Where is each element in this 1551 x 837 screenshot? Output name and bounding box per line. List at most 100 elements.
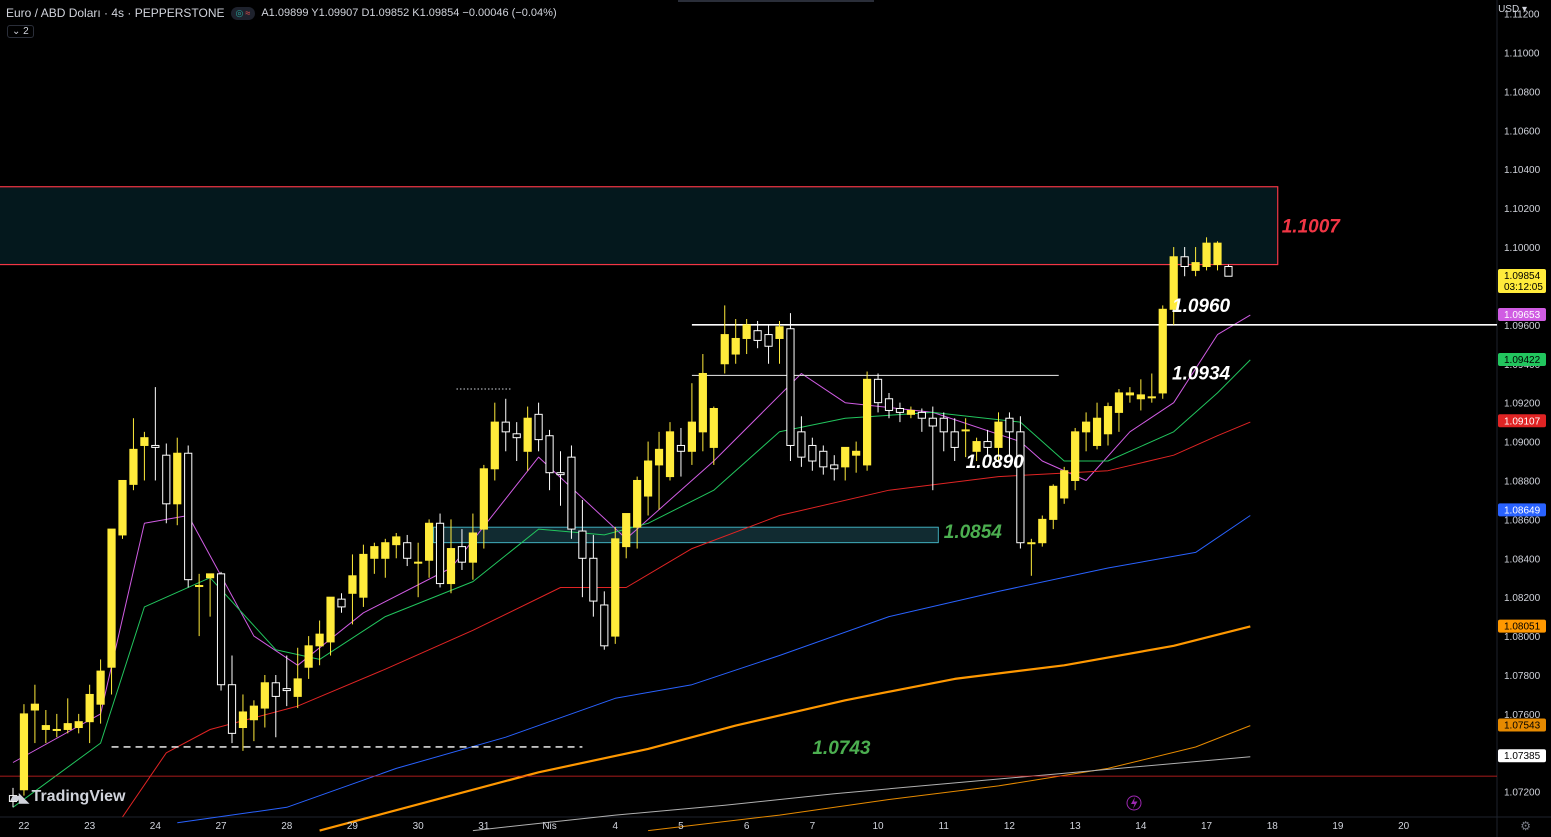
price-tick-label: 1.09000	[1504, 438, 1541, 449]
candle-body	[129, 448, 138, 485]
candle-body	[403, 542, 412, 559]
candle-body	[425, 522, 434, 561]
settings-gear-icon[interactable]: ⚙	[1520, 819, 1531, 833]
price-tick-label: 1.09200	[1504, 399, 1541, 410]
price-tag-value: 1.09422	[1504, 355, 1541, 366]
time-tick-label: 14	[1135, 821, 1147, 832]
candle-body	[238, 711, 248, 729]
status-pill[interactable]: ◎ ≈	[230, 6, 256, 20]
candle-body	[63, 723, 72, 730]
candle-body	[972, 441, 981, 452]
candle-body	[1224, 265, 1233, 277]
level-label-1: 1.0934	[1172, 363, 1231, 384]
price-tick-label: 1.10600	[1504, 126, 1541, 137]
tradingview-wordmark: TradingView	[31, 788, 126, 805]
candle-body	[446, 548, 456, 585]
ema-line-3	[177, 515, 1251, 824]
change-value: −0.00046 (−0.04%)	[462, 7, 557, 19]
candle-body	[457, 546, 467, 563]
price-tag-value: 1.09653	[1504, 310, 1541, 321]
candle-body	[282, 688, 291, 692]
ohlc-readout: A1.09899 Y1.09907 D1.09852 K1.09854 −0.0…	[261, 7, 556, 19]
price-tick-label: 1.10000	[1504, 243, 1541, 254]
candle-body	[764, 334, 773, 347]
time-tick-label: 5	[678, 821, 684, 832]
candle-body	[841, 446, 850, 468]
time-tick-label: 29	[347, 821, 359, 832]
tradingview-logo[interactable]: ▰◣ TradingView	[10, 788, 126, 806]
candle-body	[19, 713, 29, 791]
candle-body	[315, 633, 324, 647]
candle-body	[654, 448, 664, 466]
candle-body	[567, 456, 576, 530]
candle-body	[1071, 431, 1080, 481]
candle-body	[337, 598, 346, 608]
candle-body	[184, 452, 193, 581]
candle-body	[676, 444, 686, 452]
candle-body	[589, 557, 598, 602]
close-key: K	[412, 7, 420, 19]
price-tag-countdown: 03:12:05	[1504, 282, 1543, 293]
candle-body	[819, 450, 828, 468]
ema-line-6	[472, 756, 1251, 832]
data-delay-icon: ≈	[245, 7, 251, 18]
candle-body	[227, 684, 237, 734]
low-value: 1.09852	[369, 7, 410, 19]
candle-body	[994, 421, 1003, 448]
time-tick-label: 12	[1004, 821, 1016, 832]
candle-body	[1005, 417, 1014, 433]
time-tick-label: 7	[810, 821, 816, 832]
time-tick-label: 17	[1201, 821, 1213, 832]
price-tick-label: 1.07800	[1504, 671, 1541, 682]
candle-body	[435, 522, 445, 585]
time-tick-label: 4	[612, 821, 618, 832]
candle-body	[118, 479, 127, 536]
price-tag-value: 1.09854	[1504, 271, 1541, 282]
candle-body	[151, 444, 160, 448]
open-key: A	[261, 7, 269, 19]
price-tag-value: 1.08649	[1504, 505, 1541, 516]
time-tick-label: 19	[1332, 821, 1344, 832]
candle-body	[1147, 396, 1156, 399]
candle-body	[884, 398, 894, 411]
time-tick-label: 31	[478, 821, 490, 832]
candle-body	[1027, 542, 1036, 545]
high-key: Y	[311, 7, 319, 19]
candle-body	[709, 408, 718, 448]
candle-body	[512, 433, 521, 439]
candle-body	[359, 553, 368, 598]
price-tag-value: 1.07543	[1504, 720, 1541, 731]
candle-body	[928, 417, 937, 427]
indicator-legend-toggle[interactable]: ⌄ 2	[7, 25, 34, 38]
candle-body	[30, 703, 39, 711]
level-label-4: 1.0743	[812, 738, 871, 759]
candle-body	[863, 378, 872, 466]
candle-body	[1202, 242, 1211, 267]
price-tag-value: 1.07385	[1504, 751, 1541, 762]
candle-body	[1180, 256, 1189, 267]
candle-body	[1125, 392, 1135, 396]
price-tick-label: 1.07200	[1504, 788, 1541, 799]
candle-body	[611, 538, 620, 637]
currency-selector[interactable]: USD ▾	[1498, 4, 1527, 15]
candle-body	[1060, 470, 1069, 499]
candle-body	[468, 532, 477, 563]
candle-body	[556, 472, 565, 476]
price-chart[interactable]: 1.1007 1.0960 1.0934 1.0890 1.0854 1.0743 1.11…	[0, 0, 1551, 837]
candle-body	[271, 682, 280, 697]
price-tick-label: 1.08800	[1504, 476, 1541, 487]
market-open-icon: ◎	[235, 7, 244, 18]
price-tick-label: 1.11000	[1504, 49, 1540, 60]
candle-body	[381, 542, 390, 559]
time-tick-label: 10	[872, 821, 884, 832]
candle-body	[162, 454, 171, 505]
candle-body	[633, 479, 642, 528]
candle-body	[939, 417, 948, 433]
candle-body	[775, 326, 784, 339]
candle-body	[96, 670, 105, 705]
candle-body	[348, 575, 357, 594]
price-tag-value: 1.09107	[1504, 416, 1541, 427]
candle-body	[895, 408, 905, 413]
candle-body	[1082, 421, 1091, 433]
symbol-title[interactable]: Euro / ABD Doları · 4s · PEPPERSTONE	[6, 6, 225, 20]
